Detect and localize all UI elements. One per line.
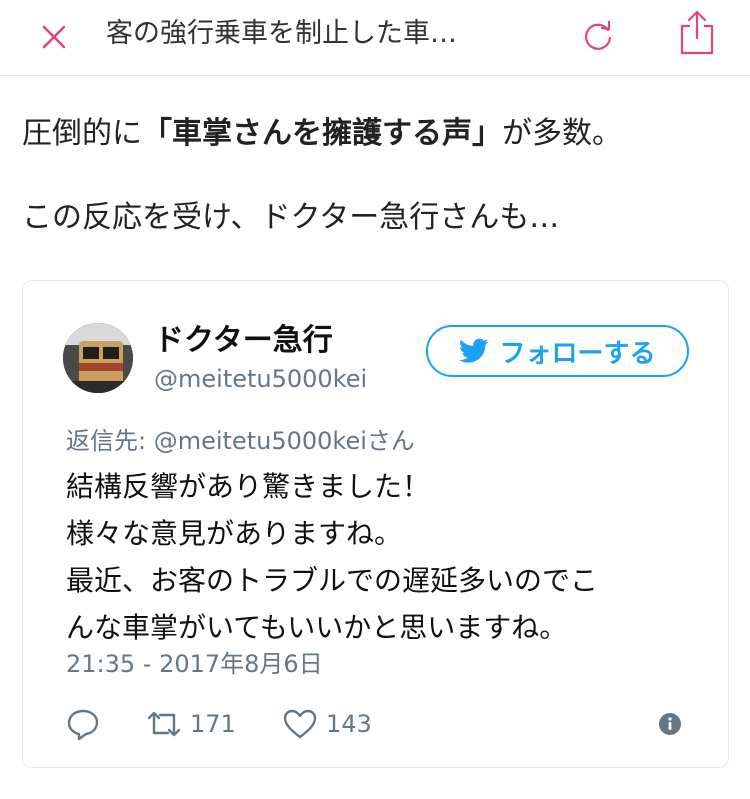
like-button[interactable]: 143 — [282, 704, 372, 744]
reload-icon — [584, 20, 612, 50]
top-bar: 客の強行乗車を制止した車… — [0, 0, 750, 76]
follow-button-label: フォローする — [499, 338, 656, 369]
article-paragraph-1: 圧倒的に「車掌さんを擁護する声」が多数。 — [22, 112, 622, 156]
close-button[interactable] — [34, 17, 74, 57]
display-name[interactable]: ドクター急行 — [154, 321, 333, 361]
paragraph-bold-text: 「車掌さんを擁護する声」 — [142, 116, 502, 151]
paragraph-text: が多数。 — [502, 116, 622, 151]
embedded-tweet-card[interactable]: ドクター急行 @meitetu5000kei フォローする 返信先: @meit… — [22, 280, 729, 768]
paragraph-text: 圧倒的に — [22, 116, 142, 151]
share-icon — [680, 10, 714, 55]
like-count: 143 — [326, 710, 372, 738]
heart-icon — [283, 709, 317, 739]
follow-button[interactable]: フォローする — [426, 325, 689, 377]
tweet-text: 結構反響があり驚きました！ 様々な意見がありますね。 最近、お客のトラブルでの遅… — [66, 470, 599, 644]
retweet-button[interactable]: 171 — [146, 704, 236, 744]
share-button[interactable] — [672, 6, 722, 60]
info-button[interactable] — [658, 704, 682, 744]
user-handle[interactable]: @meitetu5000kei — [154, 363, 367, 395]
twitter-bird-icon — [459, 338, 489, 363]
retweet-icon — [147, 711, 181, 737]
reload-button[interactable] — [574, 12, 622, 60]
tweet-actions: 171 143 — [66, 704, 696, 744]
article-paragraph-2: この反応を受け、ドクター急行さんも… — [22, 200, 560, 235]
reply-icon — [67, 709, 99, 741]
tweet-timestamp[interactable]: 21:35 - 2017年8月6日 — [66, 647, 323, 681]
page-title: 客の強行乗車を制止した車… — [106, 18, 457, 49]
close-icon — [42, 25, 66, 49]
avatar-train-image — [63, 323, 133, 393]
avatar[interactable] — [63, 323, 133, 393]
info-icon — [659, 713, 681, 735]
reply-button[interactable] — [66, 704, 100, 744]
retweet-count: 171 — [190, 710, 236, 738]
reply-to-label: 返信先: @meitetu5000keiさん — [66, 427, 415, 455]
